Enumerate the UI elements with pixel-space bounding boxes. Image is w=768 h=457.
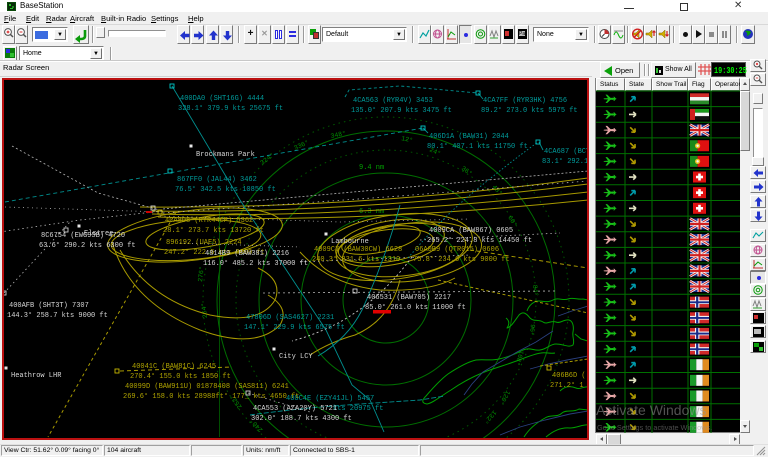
svg-text:264°: 264° [199, 302, 209, 318]
svg-text:270.4° 155.0 kts 1850 ft: 270.4° 155.0 kts 1850 ft [130, 372, 231, 381]
svg-text:116.0° 485.2 kts 37000 ft: 116.0° 485.2 kts 37000 ft [203, 259, 308, 268]
svg-text:406D1A (BAW31) 2044: 406D1A (BAW31) 2044 [429, 133, 509, 141]
svg-text:132°: 132° [482, 409, 498, 426]
svg-text:Lambourne: Lambourne [331, 238, 369, 246]
svg-text:12°: 12° [401, 134, 414, 144]
svg-text:400DA0 (SHT16G) 4444: 400DA0 (SHT16G) 4444 [180, 95, 264, 103]
svg-text:265.2° 224.8 kts 14450 ft: 265.2° 224.8 kts 14450 ft [427, 236, 532, 245]
svg-text:6.3 nm: 6.3 nm [359, 208, 384, 216]
svg-text:271.2° 1: 271.2° 1 [550, 381, 584, 390]
svg-text:28.1° 273.7 kts 13720 ft: 28.1° 273.7 kts 13720 ft [163, 226, 264, 235]
svg-text:269.6° 158.0 kts 28988ft° 177_: 269.6° 158.0 kts 28988ft° 177_ kts 4650 … [123, 392, 299, 401]
svg-text:kts 20975 ft: kts 20975 ft [333, 405, 383, 413]
svg-text:63.6° 290.2 kts 6300 ft: 63.6° 290.2 kts 6300 ft [39, 241, 136, 250]
svg-text:336°: 336° [293, 138, 311, 152]
svg-text:4009CA (BAW867) 0605: 4009CA (BAW867) 0605 [429, 227, 513, 235]
svg-text:324°: 324° [258, 151, 275, 167]
svg-text:80.1° 407.1 kts 11750 ft: 80.1° 407.1 kts 11750 ft [427, 142, 528, 151]
svg-text:4CA563 (RYR4V) 3453: 4CA563 (RYR4V) 3453 [353, 97, 433, 105]
svg-text:47806D (SAS4627) 2231: 47806D (SAS4627) 2231 [246, 314, 334, 322]
svg-text:4814B9 (BAW381) 2216: 4814B9 (BAW381) 2216 [205, 250, 289, 258]
svg-text:36°: 36° [460, 164, 474, 177]
svg-text:96°: 96° [528, 324, 537, 336]
svg-text:302.0° 188.7 kts 4300 ft: 302.0° 188.7 kts 4300 ft [251, 414, 352, 423]
svg-text:400AFB (SHT3T) 7307: 400AFB (SHT3T) 7307 [9, 302, 89, 310]
svg-text:328.1° 379.9 kts 25675 ft: 328.1° 379.9 kts 25675 ft [178, 104, 283, 113]
svg-text:144.3° 258.7 kts 9000 ft: 144.3° 258.7 kts 9000 ft [7, 311, 108, 320]
svg-text:75.8° 234.6 kts 9000 ft: 75.8° 234.6 kts 9000 ft [413, 255, 510, 264]
svg-text:40041C (BAW81C) 6245: 40041C (BAW81C) 6245 [132, 363, 216, 371]
svg-text:83.1° 292.1: 83.1° 292.1 [542, 157, 587, 166]
svg-text:06A0B9 (QTR015) 0606: 06A0B9 (QTR015) 0606 [415, 246, 499, 254]
svg-text:120°: 120° [497, 389, 512, 407]
svg-text:135.0° 207.9 kts 3475 ft: 135.0° 207.9 kts 3475 ft [351, 106, 452, 115]
svg-text:City LCY: City LCY [279, 353, 313, 361]
svg-text:4CA8D8 (RYR44CP) 5362: 4CA8D8 (RYR44CP) 5362 [165, 217, 253, 225]
svg-text:Brockmans Park: Brockmans Park [196, 151, 255, 159]
svg-text:348°: 348° [330, 129, 347, 140]
svg-text:4CA687 (BCY: 4CA687 (BCY [544, 148, 587, 156]
svg-text:406531 (BAW705) 2217: 406531 (BAW705) 2217 [367, 294, 451, 302]
svg-text:85.0° 261.0 kts 11000 ft: 85.0° 261.0 kts 11000 ft [365, 303, 466, 312]
svg-text:867FF0 (JAL44) 3462: 867FF0 (JAL44) 3462 [177, 176, 257, 184]
svg-text:8C6754 (EWG95B) 4720: 8C6754 (EWG95B) 4720 [41, 232, 125, 240]
svg-text:406B6D (: 406B6D ( [552, 372, 586, 380]
svg-text:147.1° 229.9 kts 6575 ft: 147.1° 229.9 kts 6575 ft [244, 323, 345, 332]
svg-text:276°: 276° [196, 266, 206, 282]
svg-text:896192 (UAE5) 2224: 896192 (UAE5) 2224 [166, 239, 242, 247]
svg-text:4009C7 (BAW30CW) 6628: 4009C7 (BAW30CW) 6628 [314, 246, 402, 254]
svg-text:89.2° 273.0 kts 5975 ft: 89.2° 273.0 kts 5975 ft [481, 106, 578, 115]
svg-text:40099D (BAW911U) 01878408 (SAS: 40099D (BAW911U) 01878408 (SAS811) 6241 [125, 383, 289, 391]
svg-text:84°: 84° [531, 284, 540, 296]
svg-text:4CA553 (AZA20Y) 5721: 4CA553 (AZA20Y) 5721 [253, 405, 337, 413]
svg-text:9.4 nm: 9.4 nm [359, 164, 384, 172]
svg-text:76.5° 342.5 kts 10850 ft: 76.5° 342.5 kts 10850 ft [175, 185, 276, 194]
svg-text:240.3° 231.6 kts 1310: 240.3° 231.6 kts 1310 [312, 255, 400, 264]
svg-text:4CA7FF (RYR3HK) 4756: 4CA7FF (RYR3HK) 4756 [483, 97, 567, 105]
svg-text:Heathrow LHR: Heathrow LHR [11, 372, 62, 380]
svg-text:60°: 60° [506, 214, 519, 228]
